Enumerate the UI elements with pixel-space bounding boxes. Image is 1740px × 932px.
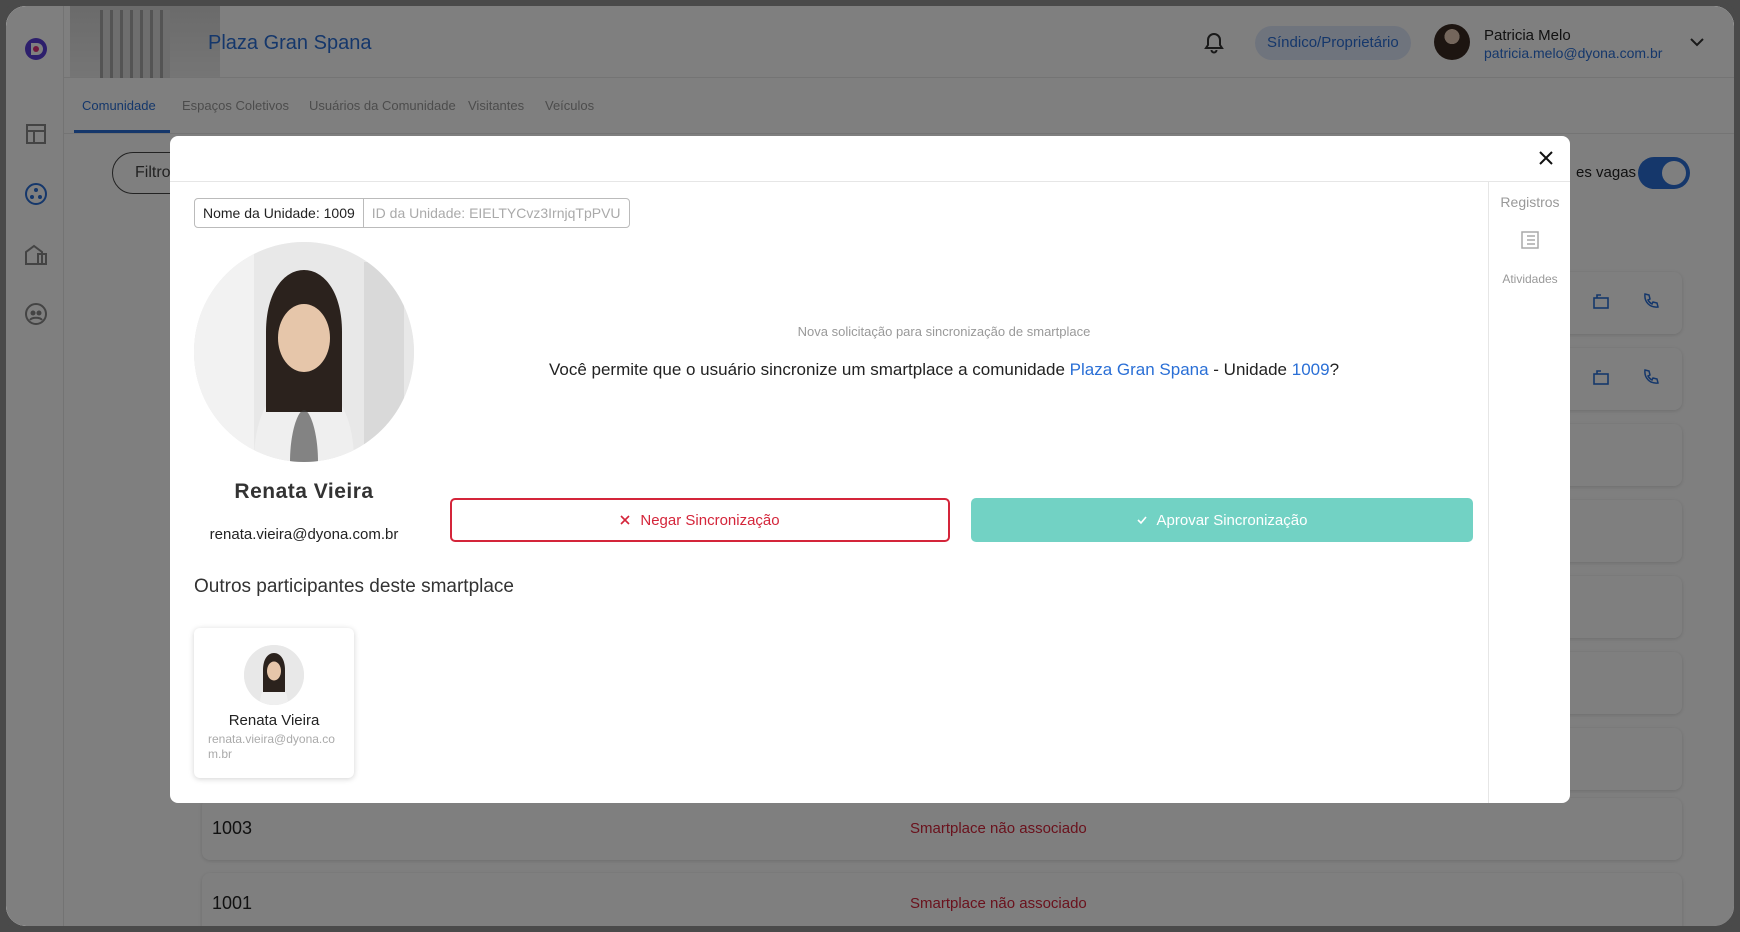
app-window: Plaza Gran Spana Síndico/Proprietário Pa… — [0, 0, 1740, 932]
participant-avatar — [244, 645, 304, 705]
request-suffix: ? — [1329, 360, 1340, 379]
request-unit: 1009 — [1291, 360, 1330, 379]
atividades-label[interactable]: Atividades — [1489, 272, 1570, 286]
participant-name: Renata Vieira — [228, 712, 320, 729]
requester-name: Renata Vieira — [234, 480, 374, 503]
modal-header — [170, 136, 1570, 182]
registros-label[interactable]: Registros — [1489, 194, 1570, 210]
check-icon — [1136, 512, 1147, 529]
request-mid: - Unidade — [1208, 360, 1292, 379]
deny-sync-label: Negar Sincronização — [640, 511, 780, 529]
records-icon[interactable] — [1520, 230, 1540, 255]
participant-card[interactable]: Renata Vieira renata.vieira@dyona.com.br — [194, 628, 354, 778]
sync-request-modal: Registros Atividades Nome da Unidade: 10… — [170, 136, 1570, 803]
approve-sync-label: Aprovar Sincronização — [1156, 511, 1308, 529]
request-prefix: Você permite que o usuário sincronize um… — [548, 360, 1070, 379]
x-icon — [620, 512, 630, 529]
request-community: Plaza Gran Spana — [1069, 360, 1209, 379]
deny-sync-button[interactable]: Negar Sincronização — [450, 498, 950, 542]
other-participants-title: Outros participantes deste smartplace — [194, 576, 514, 597]
unit-name-tag: Nome da Unidade: 1009 — [195, 199, 364, 227]
unit-id-tag: ID da Unidade: EIELTYCvz3IrnjqTpPVU — [371, 205, 621, 221]
side-panel: Registros Atividades — [1488, 182, 1570, 803]
requester-email: renata.vieira@dyona.com.br — [209, 526, 399, 543]
close-icon[interactable] — [1532, 144, 1560, 172]
approve-sync-button[interactable]: Aprovar Sincronização — [971, 498, 1473, 542]
unit-tags: Nome da Unidade: 1009 ID da Unidade: EIE… — [194, 198, 630, 228]
requester-photo — [194, 242, 414, 462]
request-question: Você permite que o usuário sincronize um… — [444, 360, 1444, 380]
request-subtitle: Nova solicitação para sincronização de s… — [797, 324, 1091, 339]
participant-email: renata.vieira@dyona.com.br — [208, 732, 335, 761]
